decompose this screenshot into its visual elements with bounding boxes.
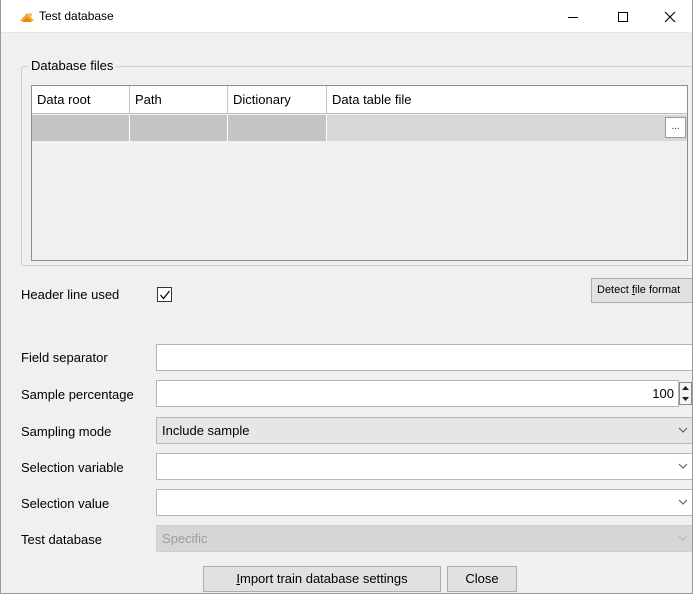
selection-value-label: Selection value bbox=[21, 496, 110, 511]
sample-percentage-value: 100 bbox=[652, 386, 674, 401]
cell-path[interactable] bbox=[130, 115, 228, 141]
minimize-icon bbox=[568, 16, 578, 18]
test-database-window: Test database Database files Data root P… bbox=[0, 0, 693, 594]
checkmark-icon bbox=[160, 290, 170, 300]
sample-percentage-input[interactable]: 100 bbox=[156, 380, 679, 407]
chevron-down-icon bbox=[678, 427, 688, 433]
selection-value-select[interactable] bbox=[156, 489, 692, 516]
spinner-up-icon[interactable] bbox=[680, 383, 691, 393]
column-header-data-table-file[interactable]: Data table file bbox=[327, 86, 687, 114]
import-label: mport train database settings bbox=[239, 571, 408, 586]
spinner-down-icon[interactable] bbox=[680, 394, 691, 404]
test-database-value: Specific bbox=[162, 531, 208, 546]
database-files-title: Database files bbox=[28, 58, 117, 73]
maximize-icon bbox=[618, 11, 628, 22]
field-separator-input[interactable] bbox=[156, 344, 692, 371]
test-database-select: Specific bbox=[156, 525, 692, 552]
column-header-data-root[interactable]: Data root bbox=[32, 86, 130, 114]
detect-label-pre: Detect bbox=[597, 284, 632, 296]
title-bar: Test database bbox=[1, 0, 692, 33]
field-separator-label: Field separator bbox=[21, 350, 108, 365]
selection-variable-select[interactable] bbox=[156, 453, 692, 480]
detect-label-post: ile format bbox=[634, 284, 681, 296]
import-train-database-settings-button[interactable]: Import train database settings bbox=[203, 566, 441, 592]
sample-percentage-label: Sample percentage bbox=[21, 387, 134, 402]
cell-dictionary[interactable] bbox=[228, 115, 327, 141]
header-line-used-checkbox[interactable] bbox=[157, 287, 172, 302]
database-files-table[interactable]: Data root Path Dictionary Data table fil… bbox=[31, 85, 688, 261]
column-header-dictionary[interactable]: Dictionary bbox=[228, 86, 327, 114]
test-database-label: Test database bbox=[21, 532, 102, 547]
column-header-path[interactable]: Path bbox=[130, 86, 228, 114]
sampling-mode-select[interactable]: Include sample bbox=[156, 417, 692, 444]
chevron-down-icon bbox=[678, 535, 688, 541]
browse-file-button[interactable]: ... bbox=[665, 117, 686, 138]
chevron-down-icon bbox=[678, 463, 688, 469]
sampling-mode-label: Sampling mode bbox=[21, 424, 112, 439]
table-header: Data root Path Dictionary Data table fil… bbox=[32, 86, 687, 114]
close-window-button[interactable] bbox=[646, 0, 692, 33]
detect-file-format-button[interactable]: Detect file format bbox=[591, 278, 692, 303]
selection-variable-label: Selection variable bbox=[21, 460, 124, 475]
app-icon bbox=[19, 9, 35, 25]
close-button[interactable]: Close bbox=[447, 566, 517, 592]
sampling-mode-value: Include sample bbox=[162, 423, 250, 438]
header-line-used-label: Header line used bbox=[21, 287, 120, 302]
table-row[interactable]: ... bbox=[32, 115, 687, 141]
window-title: Test database bbox=[39, 9, 114, 23]
cell-data-table-file[interactable]: ... bbox=[327, 115, 687, 141]
chevron-down-icon bbox=[678, 499, 688, 505]
close-icon bbox=[664, 11, 676, 22]
minimize-button[interactable] bbox=[549, 0, 597, 33]
cell-data-root[interactable] bbox=[32, 115, 130, 141]
sample-percentage-spinner[interactable] bbox=[679, 382, 692, 405]
maximize-button[interactable] bbox=[599, 0, 647, 33]
